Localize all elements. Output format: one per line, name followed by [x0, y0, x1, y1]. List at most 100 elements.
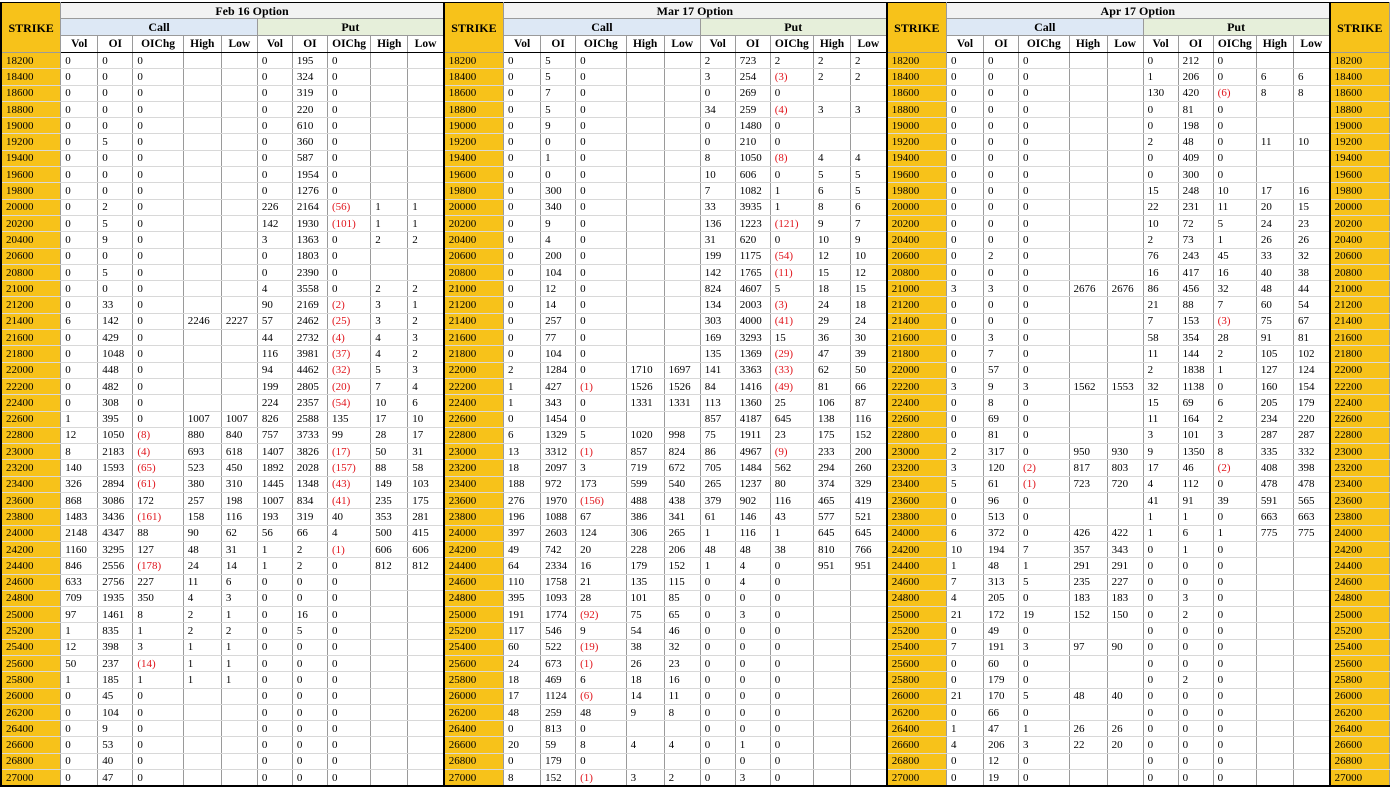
mar-put-oichg-cell: 1: [770, 525, 814, 542]
feb-call-high-cell: [183, 68, 222, 86]
apr-put-vol-cell: 4: [1143, 476, 1179, 494]
apr-call-oi-cell: 0: [983, 150, 1020, 168]
strike-cell: 21200: [1328, 296, 1390, 314]
apr-put-oichg-cell: 1: [1213, 362, 1257, 379]
put-col-low: Low: [1293, 35, 1331, 53]
feb-put-high-cell: 2: [370, 280, 409, 298]
apr-put-oichg-cell: 11: [1213, 199, 1257, 216]
mar-put-oi-cell: 48: [735, 541, 771, 559]
strike-cell: 21200: [885, 296, 947, 314]
apr-put-high-cell: 6: [1256, 68, 1294, 86]
apr-call-oichg-cell: 0: [1018, 329, 1070, 347]
apr-call-oi-cell: 194: [983, 541, 1020, 559]
feb-call-high-cell: [183, 264, 222, 282]
apr-call-oi-cell: 9: [983, 378, 1020, 396]
feb-put-oi-cell: 1276: [292, 182, 328, 200]
apr-put-high-cell: [1256, 688, 1294, 705]
feb-put-low-cell: 4: [407, 378, 445, 396]
feb-put-low-cell: 3: [407, 329, 445, 347]
apr-call-vol-cell: 0: [946, 329, 985, 347]
mar-call-oi-cell: 469: [540, 671, 577, 689]
apr-put-vol-cell: 3: [1143, 427, 1179, 445]
apr-call-high-cell: [1069, 492, 1108, 510]
apr-call-vol-cell: 5: [946, 476, 985, 494]
mar-call-oichg-cell: 9: [575, 622, 627, 640]
mar-put-oi-cell: 4967: [735, 443, 771, 461]
apr-call-vol-cell: 6: [946, 525, 985, 542]
mar-put-high-cell: 233: [813, 443, 852, 461]
table-row: 21400 6 142 0 2246 2227 57 2462 (25) 3 2 21400 0 257 0…: [0, 313, 1390, 331]
strike-cell: 24000: [0, 525, 62, 542]
apr-call-oichg-cell: (1): [1018, 476, 1070, 494]
mar-put-oichg-cell: (11): [770, 264, 814, 282]
call-col-vol: Vol: [503, 35, 542, 53]
feb-call-low-cell: [221, 117, 258, 135]
apr-call-low-cell: [1107, 85, 1144, 102]
apr-call-oichg-cell: 3: [1018, 639, 1070, 656]
apr-put-oichg-cell: 0: [1213, 378, 1257, 396]
strike-cell: 19600: [442, 166, 505, 184]
feb-put-oichg-cell: 0: [327, 769, 372, 788]
feb-put-high-cell: [370, 655, 409, 673]
strike-cell: 21600: [0, 329, 62, 347]
feb-call-oi-cell: 0: [97, 248, 134, 265]
mar-put-oi-cell: 0: [735, 753, 771, 771]
mar-call-oichg-cell: 0: [575, 753, 627, 771]
feb-call-low-cell: [221, 68, 258, 86]
apr-call-high-cell: [1069, 704, 1108, 722]
feb-put-oi-cell: 2462: [292, 313, 328, 331]
mar-put-high-cell: 4: [813, 150, 852, 168]
feb-call-high-cell: [183, 720, 222, 738]
feb-put-high-cell: 3: [370, 296, 409, 314]
mar-put-oichg-cell: 23: [770, 427, 814, 445]
mar-call-oichg-cell: 173: [575, 476, 627, 494]
feb-put-high-cell: [370, 68, 409, 86]
apr-call-oichg-cell: 0: [1018, 313, 1070, 331]
feb-put-oichg-cell: 0: [327, 231, 372, 249]
feb-put-oichg-cell: 0: [327, 753, 372, 771]
apr-put-vol-cell: 2: [1143, 133, 1179, 151]
feb-put-oichg-cell: 0: [327, 557, 372, 575]
apr-call-oi-cell: 0: [983, 215, 1020, 233]
strike-cell: 19600: [0, 166, 62, 184]
apr-put-low-cell: [1293, 606, 1331, 624]
apr-put-vol-cell: 0: [1143, 606, 1179, 624]
mar-put-oi-cell: 210: [735, 133, 771, 151]
apr-call-low-cell: [1107, 394, 1144, 412]
strike-cell: 25800: [885, 671, 947, 689]
mar-put-vol-cell: 0: [700, 133, 736, 151]
apr-put-oi-cell: 206: [1178, 68, 1214, 86]
strike-cell: 24400: [1328, 557, 1390, 575]
mar-call-oi-cell: 259: [540, 704, 577, 722]
feb-put-low-cell: 175: [407, 492, 445, 510]
apr-put-low-cell: [1293, 574, 1331, 591]
feb-call-oi-cell: 308: [97, 394, 134, 412]
mar-put-oichg-cell: 0: [770, 590, 814, 608]
feb-put-oichg-cell: (1): [327, 541, 372, 559]
apr-call-high-cell: [1069, 394, 1108, 412]
apr-call-high-cell: [1069, 248, 1108, 265]
feb-put-low-cell: [407, 248, 445, 265]
apr-put-vol-cell: 0: [1143, 541, 1179, 559]
strike-cell: 23600: [0, 492, 62, 510]
feb-put-low-cell: 415: [407, 525, 445, 542]
mar-call-vol-cell: 0: [503, 68, 542, 86]
strike-cell: 20000: [1328, 199, 1390, 216]
feb-put-high-cell: [370, 736, 409, 754]
feb-call-vol-cell: 0: [60, 248, 99, 265]
mar-put-oichg-cell: 2: [770, 52, 814, 70]
table-row: 18200 0 0 0 0 195 0 18200 0 5 0 2 723 2 2 2 18200 0 0 0 0 212…: [0, 52, 1390, 70]
feb-call-oi-cell: 40: [97, 753, 134, 771]
apr-call-high-cell: 426: [1069, 525, 1108, 542]
strike-cell: 20600: [1328, 248, 1390, 265]
feb-put-oi-cell: 2805: [292, 378, 328, 396]
strike-cell: 26000: [1328, 688, 1390, 705]
apr-call-oichg-cell: 0: [1018, 769, 1070, 788]
feb-call-vol-cell: 0: [60, 378, 99, 396]
apr-put-oichg-cell: 0: [1213, 639, 1257, 656]
apr-put-oi-cell: 0: [1178, 753, 1214, 771]
apr-call-oichg-cell: 3: [1018, 736, 1070, 754]
strike-cell: 26800: [885, 753, 947, 771]
mar-call-oichg-cell: 21: [575, 574, 627, 591]
mar-call-low-cell: [664, 199, 701, 216]
